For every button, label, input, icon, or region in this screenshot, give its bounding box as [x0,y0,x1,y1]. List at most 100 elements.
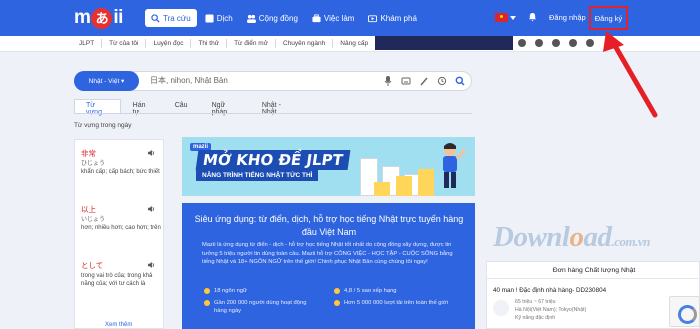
vocab-meaning: khẩn cấp; cấp bách; bức thiết [81,169,160,175]
subnav-item[interactable]: Từ điển mở [227,39,276,48]
intro-title: Siêu ứng dụng: từ điển, dịch, hỗ trợ học… [194,214,464,237]
job-location: Hà Nội(Việt Nam); Tokyo(Nhật) [515,307,587,313]
register-label: Đăng ký [594,13,623,23]
nav-item[interactable]: Khám phá [362,9,422,27]
nav-item[interactable]: Tra cứu [145,9,197,27]
microphone-icon[interactable] [383,75,393,87]
subnav-item[interactable]: Chuyên ngành [276,39,334,48]
chrome-icon[interactable] [552,39,560,47]
vocab-meaning: trong vai trò của; trong khả năng của; v… [81,273,153,287]
sub-nav: JLPT Từ của tôi Luyện đọc Thi thử Từ điển mở… [76,39,375,48]
register-button[interactable]: Đăng ký [589,6,628,30]
app-store-icons [518,39,594,47]
banner-title: MỞ KHO ĐỀ JLPT [195,150,351,170]
watermark-text: o [569,221,584,253]
subnav-item[interactable]: Thi thử [191,39,228,48]
subnav-item[interactable]: Nâng cấp [333,39,375,48]
edge-icon[interactable] [569,39,577,47]
feature-text: 18 ngôn ngữ [214,288,247,294]
job-type: Kỹ năng đặc định [515,315,556,321]
nav-item-label: Dịch [216,13,233,23]
search-tools [383,75,465,87]
search-tab[interactable]: Hán tự [121,99,163,116]
subnav-item[interactable]: Từ của tôi [102,39,147,48]
mascot-illustration [443,143,467,188]
subnav-item[interactable]: Luyện đọc [146,39,192,48]
nav-item[interactable]: Việc làm [306,9,361,27]
promo-strip[interactable] [375,36,513,50]
chevron-down-icon[interactable] [510,16,516,20]
feature-text: Gần 200 000 người dùng hoạt động hàng ng… [214,300,307,314]
feature-item: Hơn 5 000 000 lượt tải trên toàn thế giớ… [334,299,464,307]
nav-item-label: Cộng đồng [258,13,298,23]
banner-bar [396,176,412,196]
job-salary: 65 triệu ~ 67 triệu [515,299,556,305]
company-logo [493,300,509,316]
search-tabs: Từ vựngHán tựCâuNgữ phápNhật - Nhật [74,99,304,116]
search-icon [151,13,160,23]
star-icon [334,288,340,294]
vocab-meaning: hơn; nhiều hơn; cao hơn; trên [81,225,161,231]
briefcase-icon [312,13,321,23]
nav-item-label: Việc làm [323,13,355,23]
keyboard-icon[interactable] [401,75,411,87]
logo-text: m [74,7,91,28]
job-card[interactable]: Đơn hàng Chất lượng Nhật 40 man ! Đặc đị… [486,261,700,329]
globe-icon [204,288,210,294]
vocab-reading: いじょう [81,217,106,223]
search-tab[interactable]: Ngữ pháp [200,99,250,116]
feature-item: 18 ngôn ngữ [204,287,304,295]
speaker-icon[interactable] [148,150,155,156]
subnav-item[interactable]: JLPT [76,39,103,48]
main-nav: Tra cứu Dịch Cộng đồng Việc làm Khám phá [145,9,423,27]
banner-subtitle: NÂNG TRÌNH TIẾNG NHẬT TỨC THÌ [196,170,319,181]
language-selector[interactable]: Nhật - Việt ▾ [74,71,139,91]
login-link[interactable]: Đăng nhập [549,13,586,22]
watermark-text: .com.vn [611,234,650,249]
job-title[interactable]: 40 man ! Đặc định nhà hàng- DD230804 [493,287,606,294]
vocab-item[interactable]: 以上 いじょう hơn; nhiều hơn; cao hơn; trên [81,206,161,232]
history-icon[interactable] [437,75,447,87]
vocab-reading: ひじょう [81,161,106,167]
top-navbar: m あ ii Tra cứu Dịch Cộng đồng Việc làm Khám ph… [0,0,700,36]
search-tab[interactable]: Từ vựng [74,99,121,116]
firefox-icon[interactable] [586,39,594,47]
jlpt-banner[interactable]: mazii MỞ KHO ĐỀ JLPT NÂNG TRÌNH TIẾNG NH… [182,137,475,196]
logo-text: ii [113,7,123,28]
sub-navbar: JLPT Từ của tôi Luyện đọc Thi thử Từ điển mở… [0,36,700,52]
apple-icon[interactable] [518,39,526,47]
intro-card: Siêu ứng dụng: từ điển, dịch, hỗ trợ học… [182,203,475,329]
search-input[interactable] [150,76,370,85]
watermark-text: ownl [513,221,570,253]
nav-item[interactable]: Cộng đồng [241,9,304,27]
feature-item: 4,8 / 5 sao xếp hạng [334,287,454,295]
see-more-link[interactable]: Xem thêm [105,322,132,328]
download-watermark: Download.com.vn [493,221,650,254]
users-icon [204,300,210,306]
job-meta: 65 triệu ~ 67 triệu Hà Nội(Việt Nam); To… [515,298,586,322]
vocab-item[interactable]: として trong vai trò của; trong khả năng của… [81,262,161,288]
google-play-icon[interactable] [535,39,543,47]
banner-bar [374,182,390,196]
vocab-item[interactable]: 非常 ひじょう khẩn cấp; cấp bách; bức thiết [81,150,161,176]
nav-item-label: Tra cứu [163,13,191,23]
recaptcha-badge[interactable] [669,296,700,327]
feature-item: Gần 200 000 người dùng hoạt động hàng ng… [204,299,314,315]
feature-text: Hơn 5 000 000 lượt tải trên toàn thế giớ… [344,300,448,306]
community-icon [246,14,256,23]
nav-item[interactable]: Dịch [199,9,239,27]
speaker-icon[interactable] [148,206,155,212]
search-tab[interactable]: Nhật - Nhật [250,99,304,116]
intro-text: Mazii là ứng dụng từ điển - dịch - hỗ tr… [202,242,453,265]
bell-icon[interactable] [528,12,537,22]
handwriting-icon[interactable] [419,75,429,87]
vietnam-flag-icon[interactable] [495,13,508,22]
nav-item-label: Khám phá [380,13,417,23]
search-icon[interactable] [455,75,465,87]
logo-kana: あ [91,7,113,29]
explore-icon [368,14,378,23]
mazii-logo[interactable]: m あ ii [74,6,123,30]
daily-vocab-label: Từ vựng trong ngày [74,122,132,129]
search-tab[interactable]: Câu [163,99,200,114]
speaker-icon[interactable] [148,262,155,268]
